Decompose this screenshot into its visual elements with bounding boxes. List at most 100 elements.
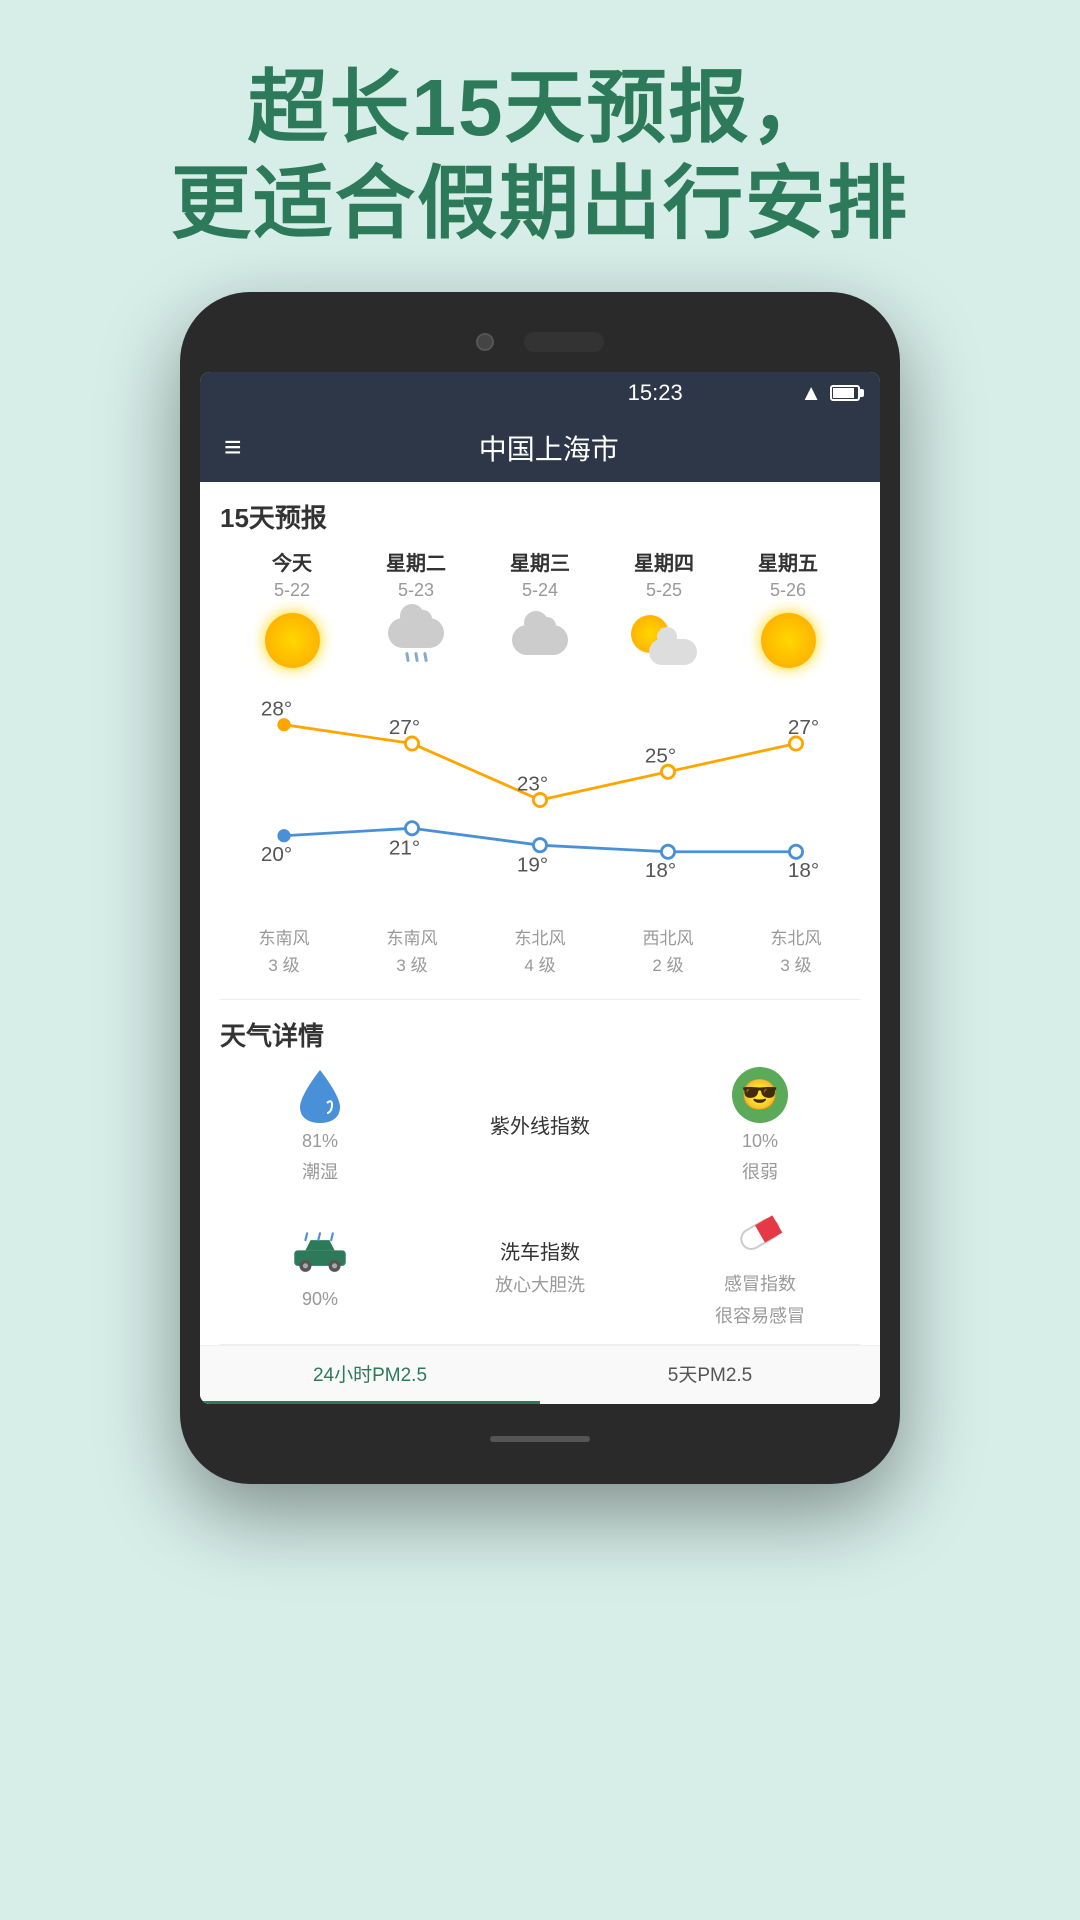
menu-icon[interactable]: ≡ bbox=[224, 431, 242, 465]
day-name-2: 星期三 bbox=[510, 547, 570, 576]
low-dot-0 bbox=[277, 829, 290, 842]
wifi-icon: ▲ bbox=[800, 380, 822, 406]
weather-icon-0 bbox=[257, 605, 327, 675]
cloud-only-icon bbox=[512, 625, 568, 655]
wind-level-1: 3 级 bbox=[348, 952, 476, 979]
cold-label: 感冒指数 bbox=[724, 1270, 796, 1296]
battery-fill bbox=[833, 388, 854, 398]
phone-screen: 15:23 ▲ ≡ 中国上海市 15天预报 bbox=[200, 372, 880, 1404]
humidity-sub: 潮湿 bbox=[302, 1158, 338, 1184]
wind-col-2: 东北风 4 级 bbox=[476, 925, 604, 979]
wind-col-3: 西北风 2 级 bbox=[604, 925, 732, 979]
low-label-3: 18° bbox=[645, 859, 676, 882]
front-camera bbox=[476, 333, 494, 351]
tab-24h-pm25[interactable]: 24小时PM2.5 bbox=[200, 1346, 540, 1404]
phone-body: 15:23 ▲ ≡ 中国上海市 15天预报 bbox=[180, 292, 900, 1484]
wind-col-1: 东南风 3 级 bbox=[348, 925, 476, 979]
forecast-title: 15天预报 bbox=[220, 498, 860, 535]
rain-drop bbox=[423, 652, 428, 662]
low-dot-3 bbox=[661, 845, 674, 858]
humidity-icon bbox=[290, 1065, 350, 1125]
carwash-value: 90% bbox=[302, 1289, 338, 1310]
status-icons: ▲ bbox=[800, 380, 860, 406]
uv-sub: 很弱 bbox=[742, 1158, 778, 1184]
pc-cloud bbox=[649, 639, 697, 665]
day-date-3: 5-25 bbox=[646, 580, 682, 601]
day-date-0: 5-22 bbox=[274, 580, 310, 601]
high-label-3: 25° bbox=[645, 744, 676, 767]
high-label-4: 27° bbox=[788, 716, 819, 739]
sun-icon-0 bbox=[265, 613, 320, 668]
rain-drop bbox=[414, 652, 419, 662]
low-dot-4 bbox=[789, 845, 802, 858]
high-label-2: 23° bbox=[517, 773, 548, 796]
tab-24h-label: 24小时PM2.5 bbox=[313, 1365, 427, 1386]
uv-label-item: 紫外线指数 bbox=[440, 1110, 640, 1139]
day-date-4: 5-26 bbox=[770, 580, 806, 601]
day-col-3: 星期四 5-25 bbox=[602, 547, 726, 675]
header-line1: 超长15天预报， bbox=[0, 60, 1080, 156]
day-col-1: 星期二 5-23 bbox=[354, 547, 478, 675]
day-name-3: 星期四 bbox=[634, 547, 694, 576]
phone-bottom bbox=[200, 1424, 880, 1454]
partly-cloudy-icon bbox=[631, 615, 697, 665]
temperature-chart: 28° 27° 23° 25° 27° bbox=[200, 675, 880, 915]
day-name-4: 星期五 bbox=[758, 547, 818, 576]
cloud-body bbox=[388, 618, 444, 648]
low-label-2: 19° bbox=[517, 854, 548, 877]
wind-col-0: 东南风 3 级 bbox=[220, 925, 348, 979]
weather-icon-2 bbox=[505, 605, 575, 675]
low-dot-2 bbox=[533, 839, 546, 852]
high-label-0: 28° bbox=[261, 697, 292, 720]
status-time: 15:23 bbox=[510, 380, 800, 406]
sunglasses-emoji: 😎 bbox=[732, 1067, 788, 1123]
uv-value: 10% bbox=[742, 1131, 778, 1152]
day-col-2: 星期三 5-24 bbox=[478, 547, 602, 675]
car-icon-svg bbox=[290, 1228, 350, 1278]
cold-item: 感冒指数 很容易感冒 bbox=[660, 1204, 860, 1328]
phone-top bbox=[200, 322, 880, 372]
city-name: 中国上海市 bbox=[242, 428, 856, 468]
rain-drop bbox=[405, 652, 410, 662]
sunglasses-icon: 😎 bbox=[730, 1065, 790, 1125]
wind-level-4: 3 级 bbox=[732, 952, 860, 979]
carwash-label: 洗车指数 bbox=[500, 1236, 580, 1265]
status-bar: 15:23 ▲ bbox=[200, 372, 880, 414]
wind-row: 东南风 3 级 东南风 3 级 东北风 4 级 西北风 2 级 bbox=[200, 915, 880, 999]
car-wash-icon bbox=[290, 1223, 350, 1283]
wind-level-3: 2 级 bbox=[604, 952, 732, 979]
details-title: 天气详情 bbox=[220, 1016, 860, 1053]
uv-label: 紫外线指数 bbox=[490, 1110, 590, 1139]
low-dot-1 bbox=[405, 822, 418, 835]
wind-dir-2: 东北风 bbox=[476, 925, 604, 952]
day-col-0: 今天 5-22 bbox=[230, 547, 354, 675]
wind-level-2: 4 级 bbox=[476, 952, 604, 979]
earpiece bbox=[524, 332, 604, 352]
uv-item: 😎 10% 很弱 bbox=[660, 1065, 860, 1184]
pill-icon bbox=[730, 1204, 790, 1264]
low-label-4: 18° bbox=[788, 859, 819, 882]
tab-5day-pm25[interactable]: 5天PM2.5 bbox=[540, 1346, 880, 1404]
carwash-sub: 放心大胆洗 bbox=[495, 1271, 585, 1297]
details-section: 天气详情 81% 潮湿 bbox=[200, 1000, 880, 1344]
day-date-2: 5-24 bbox=[522, 580, 558, 601]
wind-level-0: 3 级 bbox=[220, 952, 348, 979]
weather-icon-1 bbox=[381, 605, 451, 675]
low-label-0: 20° bbox=[261, 843, 292, 866]
wind-col-4: 东北风 3 级 bbox=[732, 925, 860, 979]
high-label-1: 27° bbox=[389, 716, 420, 739]
forecast-section: 15天预报 今天 5-22 星期二 bbox=[200, 482, 880, 675]
weather-icon-4 bbox=[753, 605, 823, 675]
wind-dir-4: 东北风 bbox=[732, 925, 860, 952]
low-label-1: 21° bbox=[389, 837, 420, 860]
pill-svg bbox=[730, 1204, 790, 1264]
header-line2: 更适合假期出行安排 bbox=[0, 156, 1080, 252]
details-grid: 81% 潮湿 紫外线指数 😎 10% bbox=[220, 1065, 860, 1328]
tab-5day-label: 5天PM2.5 bbox=[668, 1365, 752, 1386]
wind-dir-0: 东南风 bbox=[220, 925, 348, 952]
header-text: 超长15天预报， 更适合假期出行安排 bbox=[0, 0, 1080, 292]
day-col-4: 星期五 5-26 bbox=[726, 547, 850, 675]
battery-icon bbox=[830, 385, 860, 401]
weather-icon-3 bbox=[629, 605, 699, 675]
sun-icon-4 bbox=[761, 613, 816, 668]
